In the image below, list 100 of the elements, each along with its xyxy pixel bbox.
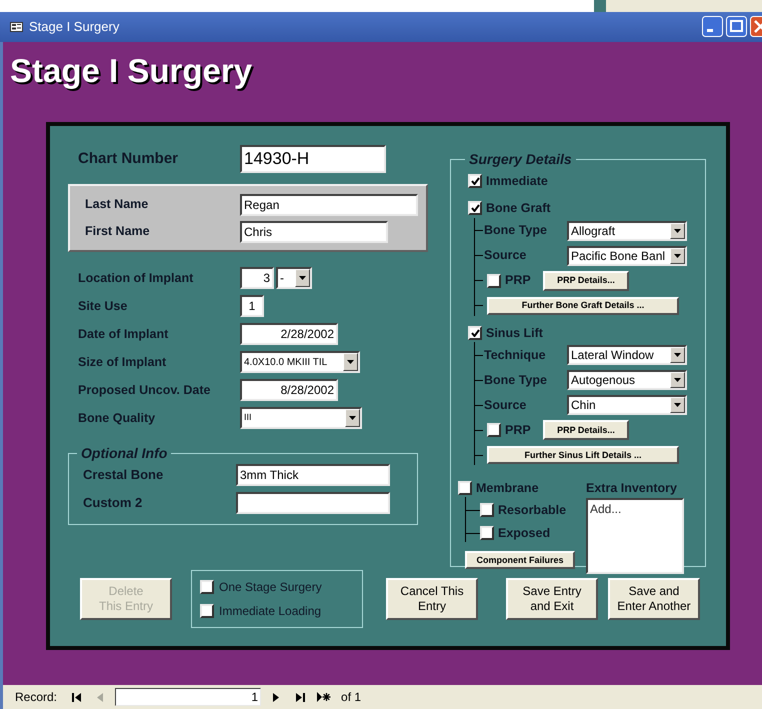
details-button[interactable]: Further Sinus Lift Details ... bbox=[487, 446, 679, 464]
combo-value: Pacific Bone Banl bbox=[570, 248, 666, 264]
field-label: Source bbox=[483, 396, 528, 414]
check-icon bbox=[470, 177, 480, 186]
chart-number-field[interactable]: 14930-H bbox=[240, 145, 386, 173]
date-field[interactable]: 8/28/2002 bbox=[240, 379, 338, 401]
checkbox-label: PRP bbox=[505, 272, 532, 290]
dropdown-arrow-icon bbox=[674, 378, 681, 382]
form-icon bbox=[10, 22, 23, 32]
dropdown-field[interactable]: Allograft bbox=[567, 220, 687, 240]
list-item[interactable]: Add... bbox=[590, 500, 680, 518]
dropdown-button[interactable] bbox=[670, 347, 685, 364]
checkbox-label: PRP bbox=[505, 422, 532, 439]
combo-value: Lateral Window bbox=[570, 347, 655, 364]
checkbox[interactable] bbox=[200, 580, 214, 594]
location-field[interactable]: 3 bbox=[240, 267, 274, 289]
field-label: Site Use bbox=[78, 298, 128, 315]
form-button[interactable]: Save Entry and Exit bbox=[506, 578, 598, 620]
name-field[interactable]: Chris bbox=[240, 220, 388, 242]
new-record-icon bbox=[317, 692, 332, 702]
checkbox-label: Resorbable bbox=[498, 502, 566, 519]
checkbox[interactable] bbox=[458, 481, 472, 496]
field-label: Custom 2 bbox=[83, 494, 144, 512]
previous-record-icon bbox=[97, 692, 104, 702]
dropdown-button[interactable] bbox=[670, 248, 685, 264]
dropdown-arrow-icon bbox=[674, 254, 681, 258]
checkbox-label: One Stage Surgery bbox=[219, 579, 322, 596]
record-number-field[interactable]: 1 bbox=[115, 688, 262, 706]
field-label: Date of Implant bbox=[78, 326, 170, 343]
checkbox[interactable] bbox=[468, 201, 482, 216]
field-label: Source bbox=[483, 247, 528, 264]
dropdown-button[interactable] bbox=[670, 372, 685, 388]
checkbox-label: Immediate Loading bbox=[219, 603, 322, 620]
dropdown-field[interactable]: III bbox=[240, 407, 362, 429]
checkbox[interactable] bbox=[468, 174, 482, 188]
dropdown-arrow-icon bbox=[349, 416, 356, 420]
field-label: Bone Type bbox=[483, 372, 548, 389]
site-use-field[interactable]: 1 bbox=[240, 295, 264, 317]
name-field[interactable]: Regan bbox=[240, 194, 418, 216]
field-label: Crestal Bone bbox=[83, 466, 164, 484]
checkbox[interactable] bbox=[487, 423, 501, 438]
checkbox[interactable] bbox=[480, 503, 494, 518]
checkbox[interactable] bbox=[487, 274, 501, 288]
dropdown-field[interactable]: Pacific Bone Banl bbox=[567, 246, 687, 266]
component-failures-button[interactable]: Component Failures bbox=[465, 551, 575, 570]
field-label: Bone Type bbox=[483, 222, 548, 240]
dropdown-arrow-icon bbox=[674, 353, 681, 358]
dropdown-arrow-icon bbox=[674, 403, 681, 408]
record-label: Record: bbox=[15, 689, 58, 706]
minimize-icon bbox=[702, 16, 723, 37]
first-record-icon bbox=[72, 692, 81, 702]
checkbox-label: Membrane bbox=[476, 480, 539, 497]
field-label: Proposed Uncov. Date bbox=[78, 382, 212, 399]
checkbox-label: Exposed bbox=[498, 524, 550, 542]
prp-details-button[interactable]: PRP Details... bbox=[543, 270, 629, 290]
dropdown-button[interactable] bbox=[670, 397, 685, 414]
check-icon bbox=[470, 328, 480, 337]
field-label: Location of Implant bbox=[78, 270, 194, 287]
field-label: Chart Number bbox=[78, 148, 180, 169]
location-combo[interactable]: - bbox=[276, 267, 312, 289]
last-record-icon bbox=[296, 692, 305, 702]
check-icon bbox=[470, 204, 480, 212]
form-button[interactable]: Save and Enter Another bbox=[608, 578, 700, 620]
combo-value: Autogenous bbox=[570, 372, 636, 390]
text-field[interactable]: 3mm Thick bbox=[236, 464, 390, 486]
dropdown-button[interactable] bbox=[343, 353, 358, 371]
checkbox[interactable] bbox=[480, 526, 494, 540]
checkbox-label: Immediate bbox=[486, 173, 548, 190]
form-title: Stage I Surgery bbox=[9, 51, 254, 87]
dropdown-arrow-icon bbox=[347, 360, 354, 364]
field-label: Technique bbox=[483, 346, 547, 364]
dropdown-field[interactable]: Chin bbox=[567, 395, 687, 416]
dropdown-button[interactable] bbox=[295, 269, 310, 287]
form-button[interactable]: Cancel This Entry bbox=[386, 578, 478, 620]
dropdown-arrow-icon bbox=[674, 228, 681, 232]
dropdown-field[interactable]: Autogenous bbox=[567, 370, 687, 390]
checkbox[interactable] bbox=[468, 326, 482, 340]
combo-value: - bbox=[279, 270, 285, 287]
prp-details-button[interactable]: PRP Details... bbox=[543, 420, 629, 440]
record-count: of 1 bbox=[341, 689, 362, 706]
text-field[interactable] bbox=[236, 492, 390, 514]
field-label: Extra Inventory bbox=[586, 480, 678, 498]
dropdown-button[interactable] bbox=[345, 409, 360, 427]
field-label: Size of Implant bbox=[78, 354, 168, 371]
dropdown-field[interactable]: 4.0X10.0 MKIII TIL bbox=[240, 351, 360, 373]
date-field[interactable]: 2/28/2002 bbox=[240, 323, 338, 345]
window-title: Stage I Surgery bbox=[29, 18, 120, 36]
dropdown-field[interactable]: Lateral Window bbox=[567, 345, 687, 366]
checkbox[interactable] bbox=[200, 604, 214, 618]
combo-value: III bbox=[243, 411, 253, 424]
next-record-icon bbox=[273, 692, 280, 702]
combo-value: Allograft bbox=[570, 222, 616, 240]
close-icon bbox=[750, 16, 762, 37]
field-label: Bone Quality bbox=[78, 410, 156, 427]
details-button[interactable]: Further Bone Graft Details ... bbox=[487, 296, 679, 314]
field-label: First Name bbox=[85, 223, 151, 240]
dropdown-button[interactable] bbox=[670, 222, 685, 238]
group-title: Surgery Details bbox=[468, 150, 573, 169]
checkbox-label: Sinus Lift bbox=[486, 324, 543, 342]
checkbox-label: Bone Graft bbox=[486, 200, 551, 217]
